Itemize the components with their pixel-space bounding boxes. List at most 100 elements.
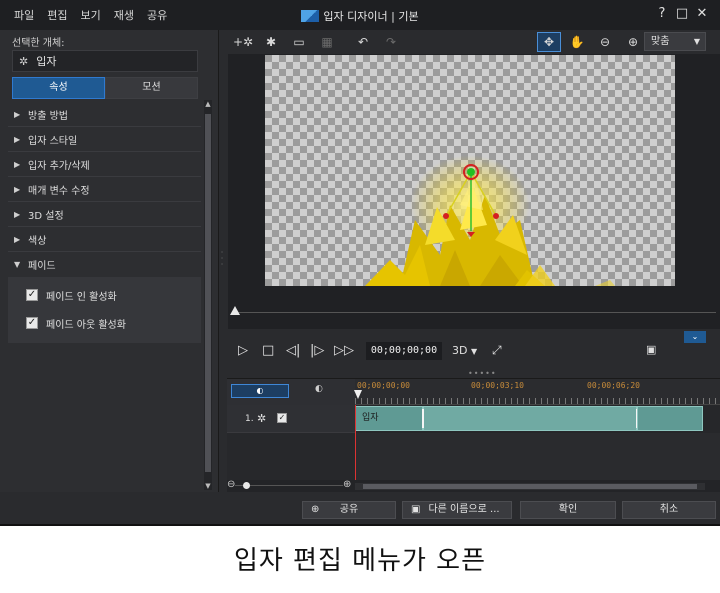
particle-settings-icon[interactable]: ✱ bbox=[259, 32, 283, 52]
undo-icon[interactable]: ↶ bbox=[351, 32, 375, 52]
fade-in-option[interactable]: ✓ 페이드 인 활성화 bbox=[8, 281, 201, 309]
preview-canvas[interactable] bbox=[265, 55, 675, 286]
preview-area bbox=[228, 54, 720, 329]
dialog-buttons: ⊕ 공유 ▣ 다른 이름으로 ... 확인 취소 bbox=[0, 497, 720, 524]
fast-forward-icon[interactable]: ▷▷ bbox=[334, 343, 354, 358]
splitter-grip[interactable]: ••••• bbox=[468, 369, 497, 378]
globe-icon: ⊕ bbox=[311, 504, 320, 515]
particle-preview bbox=[365, 155, 615, 286]
scroll-thumb[interactable] bbox=[205, 114, 211, 472]
preview-toolbar: +✲ ✱ ▭ ▦ ↶ ↷ ✥ ✋ ⊖ ⊕ 맞춤 ▼ bbox=[227, 30, 720, 54]
zoom-plus-icon[interactable]: ⊕ bbox=[343, 479, 351, 490]
move-icon[interactable]: ✥ bbox=[537, 32, 561, 52]
timeline-hscroll[interactable] bbox=[355, 483, 705, 490]
hscroll-thumb[interactable] bbox=[363, 484, 697, 489]
zoom-in-icon[interactable]: ⊕ bbox=[621, 32, 645, 52]
property-add-delete-particle[interactable]: ▶ 입자 추가/삭제 bbox=[8, 152, 201, 177]
zoom-select[interactable]: 맞춤 ▼ bbox=[644, 32, 706, 51]
help-button[interactable]: ? bbox=[652, 6, 672, 21]
property-fade[interactable]: ▼ 페이드 bbox=[8, 252, 201, 277]
selected-object-name: 입자 bbox=[36, 55, 57, 68]
playhead-handle[interactable] bbox=[354, 390, 362, 399]
splitter-grip[interactable]: · · · bbox=[219, 249, 225, 270]
property-color[interactable]: ▶ 색상 bbox=[8, 227, 201, 252]
menu-share[interactable]: 공유 bbox=[147, 7, 167, 23]
zoom-select-value: 맞춤 bbox=[651, 36, 670, 47]
fade-out-option[interactable]: ✓ 페이드 아웃 활성화 bbox=[8, 309, 201, 337]
track-view-button[interactable]: ◐ bbox=[231, 384, 289, 398]
menu-bar: 파일 편집 보기 재생 공유 bbox=[14, 7, 180, 23]
grid-icon[interactable]: ▦ bbox=[315, 32, 339, 52]
scroll-down-icon[interactable]: ▼ bbox=[204, 482, 212, 490]
timeline-zoom-slider[interactable] bbox=[235, 485, 343, 486]
ruler-label: 00;00;03;10 bbox=[471, 381, 524, 390]
cancel-button[interactable]: 취소 bbox=[622, 501, 716, 519]
prev-frame-icon[interactable]: ◁| bbox=[286, 343, 300, 358]
maximize-button[interactable]: □ bbox=[672, 6, 692, 21]
fade-in-checkbox[interactable]: ✓ bbox=[26, 289, 38, 301]
property-list: ▶ 방출 방법 ▶ 입자 스타일 ▶ 입자 추가/삭제 ▶ 매개 변수 수정 ▶ 3D 설… bbox=[8, 102, 201, 343]
timecode-display[interactable]: 00;00;00;00 bbox=[366, 342, 442, 360]
expand-arrow-icon: ▶ bbox=[14, 159, 21, 169]
ruler-label: 00;00;06;20 bbox=[587, 381, 640, 390]
ok-button[interactable]: 확인 bbox=[520, 501, 616, 519]
menu-play[interactable]: 재생 bbox=[114, 7, 134, 23]
add-particle-icon[interactable]: +✲ bbox=[231, 32, 255, 52]
clip-segment-main[interactable] bbox=[422, 406, 638, 431]
caption: 입자 편집 메뉴가 오픈 bbox=[233, 546, 487, 576]
save-as-button[interactable]: ▣ 다른 이름으로 ... bbox=[402, 501, 512, 519]
track-number: 1. bbox=[245, 414, 254, 424]
hand-icon[interactable]: ✋ bbox=[565, 32, 589, 52]
menu-edit[interactable]: 편집 bbox=[47, 7, 67, 23]
window-controls: ? □ ✕ bbox=[652, 6, 712, 21]
preview-scrubber[interactable] bbox=[234, 312, 716, 313]
clip-segment-end[interactable] bbox=[637, 406, 703, 431]
properties-panel: 선택한 개체: ✲ 입자 속성 모션 ▶ 방출 방법 ▶ 입자 스타일 ▶ 입자 추가… bbox=[0, 30, 219, 492]
track-header: 1. ✲ ✓ bbox=[227, 405, 355, 433]
collapse-arrow-icon: ▼ bbox=[14, 260, 21, 269]
property-label: 입자 스타일 bbox=[28, 135, 78, 147]
redo-icon[interactable]: ↷ bbox=[379, 32, 403, 52]
particle-designer-window: 파일 편집 보기 재생 공유 입자 디자이너 | 기본 ? □ ✕ 선택한 개체… bbox=[0, 0, 720, 526]
zoom-slider-handle[interactable] bbox=[243, 482, 250, 489]
close-button[interactable]: ✕ bbox=[692, 6, 712, 21]
track-visibility-checkbox[interactable]: ✓ bbox=[277, 413, 287, 423]
stop-icon[interactable]: □ bbox=[262, 343, 274, 358]
3d-mode-toggle[interactable]: 3D ▼ bbox=[452, 344, 477, 357]
fade-out-checkbox[interactable]: ✓ bbox=[26, 317, 38, 329]
menu-file[interactable]: 파일 bbox=[14, 7, 34, 23]
empty-track-area bbox=[355, 433, 720, 481]
expand-arrow-icon: ▶ bbox=[14, 134, 21, 144]
property-emission-method[interactable]: ▶ 방출 방법 bbox=[8, 102, 201, 127]
property-3d-settings[interactable]: ▶ 3D 설정 bbox=[8, 202, 201, 227]
expand-arrow-icon: ▶ bbox=[14, 234, 21, 244]
title-bar: 파일 편집 보기 재생 공유 입자 디자이너 | 기본 ? □ ✕ bbox=[0, 0, 720, 30]
snapshot-icon[interactable]: ▣ bbox=[646, 343, 656, 356]
scroll-up-icon[interactable]: ▲ bbox=[204, 100, 212, 108]
scrubber-handle[interactable] bbox=[230, 306, 240, 315]
panel-scrollbar[interactable]: ▲ ▼ bbox=[204, 100, 212, 490]
tab-properties[interactable]: 속성 bbox=[12, 77, 105, 99]
menu-view[interactable]: 보기 bbox=[81, 7, 101, 23]
property-modify-parameters[interactable]: ▶ 매개 변수 수정 bbox=[8, 177, 201, 202]
selected-object-field[interactable]: ✲ 입자 bbox=[12, 50, 198, 72]
clip-segment-start[interactable]: 입자 bbox=[355, 406, 423, 431]
next-frame-icon[interactable]: |▷ bbox=[310, 343, 324, 358]
timeline-ruler[interactable]: 00;00;00;00 00;00;03;10 00;00;06;20 bbox=[355, 379, 720, 405]
property-particle-style[interactable]: ▶ 입자 스타일 bbox=[8, 127, 201, 152]
track-lane[interactable]: 입자 bbox=[355, 405, 720, 433]
expand-timeline-button[interactable]: ⌄ bbox=[684, 331, 706, 343]
selected-object-label: 선택한 개체: bbox=[12, 38, 65, 49]
safe-zone-icon[interactable]: ▭ bbox=[287, 32, 311, 52]
tab-motion[interactable]: 모션 bbox=[105, 77, 198, 99]
fullscreen-icon[interactable]: ⤢ bbox=[492, 343, 502, 358]
window-title-text: 입자 디자이너 | 기본 bbox=[323, 10, 419, 23]
zoom-out-icon[interactable]: ⊖ bbox=[593, 32, 617, 52]
fade-options: ✓ 페이드 인 활성화 ✓ 페이드 아웃 활성화 bbox=[8, 277, 201, 343]
keyframe-handle[interactable] bbox=[422, 409, 424, 428]
save-as-label: 다른 이름으로 ... bbox=[428, 504, 500, 515]
share-button[interactable]: ⊕ 공유 bbox=[302, 501, 396, 519]
particle-icon: ✲ bbox=[19, 54, 29, 68]
keyframe-view-icon[interactable]: ◐ bbox=[315, 384, 323, 394]
play-icon[interactable]: ▷ bbox=[238, 343, 248, 358]
